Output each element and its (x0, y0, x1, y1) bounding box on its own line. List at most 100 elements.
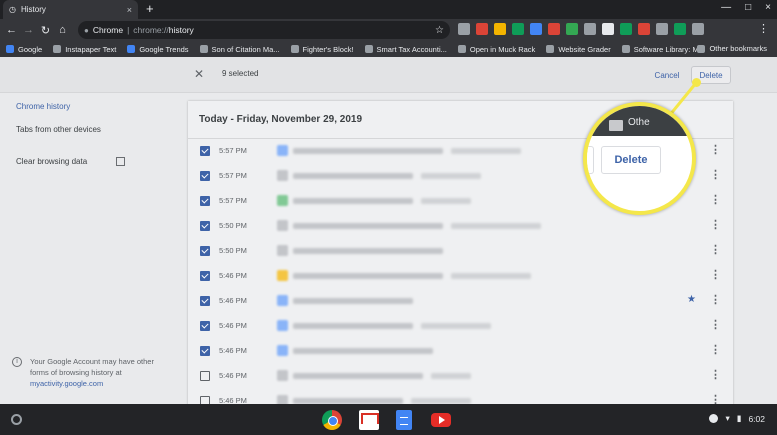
extension-icon[interactable] (458, 23, 470, 35)
minimize-button[interactable]: — (721, 2, 731, 13)
row-checkbox[interactable] (200, 196, 210, 206)
launcher-icon[interactable] (11, 414, 22, 425)
browser-menu-button[interactable]: ⋮ (758, 22, 769, 35)
site-favicon-icon (277, 145, 288, 156)
history-row[interactable]: 5:46 PM ⋮ (188, 389, 733, 404)
history-row[interactable]: 5:46 PM ⋮ (188, 364, 733, 389)
site-favicon-icon (277, 195, 288, 206)
row-time: 5:46 PM (219, 296, 247, 305)
row-menu-button[interactable]: ⋮ (710, 393, 721, 404)
extension-icon[interactable] (476, 23, 488, 35)
bookmark-item[interactable]: Open in Muck Rack (457, 45, 535, 54)
bookmark-item[interactable]: Fighter's Block! (290, 45, 354, 54)
other-bookmarks[interactable]: Other bookmarks (697, 44, 767, 53)
history-row[interactable]: 5:50 PM ⋮ (188, 214, 733, 239)
row-title-redacted[interactable] (293, 248, 443, 254)
row-checkbox[interactable] (200, 396, 210, 404)
tab-close-button[interactable]: × (127, 5, 132, 15)
sidebar-item-other-devices[interactable]: Tabs from other devices (16, 125, 101, 134)
row-checkbox[interactable] (200, 296, 210, 306)
row-checkbox[interactable] (200, 171, 210, 181)
row-menu-button[interactable]: ⋮ (710, 343, 721, 356)
row-title-redacted[interactable] (293, 298, 413, 304)
extension-icon[interactable] (620, 23, 632, 35)
history-row[interactable]: 5:46 PM ⋮ (188, 264, 733, 289)
row-menu-button[interactable]: ⋮ (710, 218, 721, 231)
row-menu-button[interactable]: ⋮ (710, 193, 721, 206)
row-checkbox[interactable] (200, 221, 210, 231)
bookmark-item[interactable]: Software Library: M... (621, 45, 705, 54)
row-checkbox[interactable] (200, 246, 210, 256)
row-title-redacted[interactable] (293, 273, 443, 279)
row-title-redacted[interactable] (293, 173, 413, 179)
myactivity-link[interactable]: myactivity.google.com (30, 379, 103, 388)
row-menu-button[interactable]: ⋮ (710, 143, 721, 156)
row-checkbox[interactable] (200, 346, 210, 356)
extension-icon[interactable] (638, 23, 650, 35)
row-checkbox[interactable] (200, 146, 210, 156)
cancel-button[interactable]: Cancel (648, 66, 686, 84)
row-menu-button[interactable]: ⋮ (710, 243, 721, 256)
new-tab-button[interactable]: + (146, 1, 154, 17)
address-bar[interactable]: ● Chrome | chrome:// history ☆ (78, 21, 450, 39)
history-row[interactable]: 5:46 PM ★ ⋮ (188, 289, 733, 314)
row-checkbox[interactable] (200, 371, 210, 381)
extension-icon[interactable] (566, 23, 578, 35)
row-title-redacted[interactable] (293, 198, 413, 204)
extension-icon[interactable] (512, 23, 524, 35)
row-menu-button[interactable]: ⋮ (710, 318, 721, 331)
home-button[interactable]: ⌂ (54, 24, 71, 36)
docs-app-icon[interactable] (396, 410, 412, 430)
chrome-app-icon[interactable] (322, 410, 342, 430)
row-menu-button[interactable]: ⋮ (710, 168, 721, 181)
row-menu-button[interactable]: ⋮ (710, 293, 721, 306)
youtube-app-icon[interactable] (431, 413, 451, 427)
extension-icon[interactable] (602, 23, 614, 35)
bookmark-item[interactable]: Website Grader (546, 45, 611, 54)
extension-icon[interactable] (530, 23, 542, 35)
row-title-redacted[interactable] (293, 148, 443, 154)
clear-selection-button[interactable]: ✕ (194, 67, 204, 81)
extension-icon[interactable] (692, 23, 704, 35)
row-time: 5:46 PM (219, 321, 247, 330)
row-checkbox[interactable] (200, 271, 210, 281)
extension-icon[interactable] (656, 23, 668, 35)
row-menu-button[interactable]: ⋮ (710, 368, 721, 381)
extension-icon[interactable] (584, 23, 596, 35)
history-row[interactable]: 5:46 PM ⋮ (188, 339, 733, 364)
back-button[interactable]: ← (3, 24, 20, 36)
extension-icon[interactable] (494, 23, 506, 35)
tab-title: History (20, 5, 46, 14)
history-icon: ◷ (9, 5, 16, 14)
reload-button[interactable]: ↻ (37, 24, 54, 37)
bookmark-favicon-icon (127, 45, 136, 53)
bookmark-item[interactable]: Instapaper Text (53, 45, 116, 54)
history-row[interactable]: 5:46 PM ⋮ (188, 314, 733, 339)
sidebar-item-clear-data[interactable]: Clear browsing data (16, 157, 87, 166)
bookmark-item[interactable]: Google Trends (127, 45, 189, 54)
maximize-button[interactable]: □ (745, 2, 751, 13)
row-title-redacted[interactable] (293, 348, 433, 354)
forward-button[interactable]: → (20, 24, 37, 36)
sidebar-item-chrome-history[interactable]: Chrome history (16, 102, 70, 111)
row-title-redacted[interactable] (293, 223, 443, 229)
status-tray[interactable]: ▾ ▮ 6:02 (709, 413, 765, 424)
gmail-app-icon[interactable] (359, 410, 379, 430)
history-row[interactable]: 5:50 PM ⋮ (188, 239, 733, 264)
magnified-delete-button[interactable]: Delete (601, 146, 661, 174)
row-menu-button[interactable]: ⋮ (710, 268, 721, 281)
bookmark-item[interactable]: Son of Citation Ma... (199, 45, 280, 54)
bookmark-star-icon[interactable]: ☆ (435, 25, 444, 36)
row-title-redacted[interactable] (293, 323, 413, 329)
open-in-new-icon[interactable] (116, 157, 125, 166)
extension-icon[interactable] (674, 23, 686, 35)
tab-history[interactable]: ◷ History × (3, 0, 138, 19)
extension-icon[interactable] (548, 23, 560, 35)
bookmark-item[interactable]: Smart Tax Accounti... (364, 45, 447, 54)
bookmark-item[interactable]: Google (6, 45, 42, 54)
row-checkbox[interactable] (200, 321, 210, 331)
account-note-text: Your Google Account may have other forms… (30, 357, 154, 377)
close-window-button[interactable]: × (765, 2, 771, 13)
row-title-redacted[interactable] (293, 373, 423, 379)
bookmarked-star-icon[interactable]: ★ (687, 294, 696, 305)
